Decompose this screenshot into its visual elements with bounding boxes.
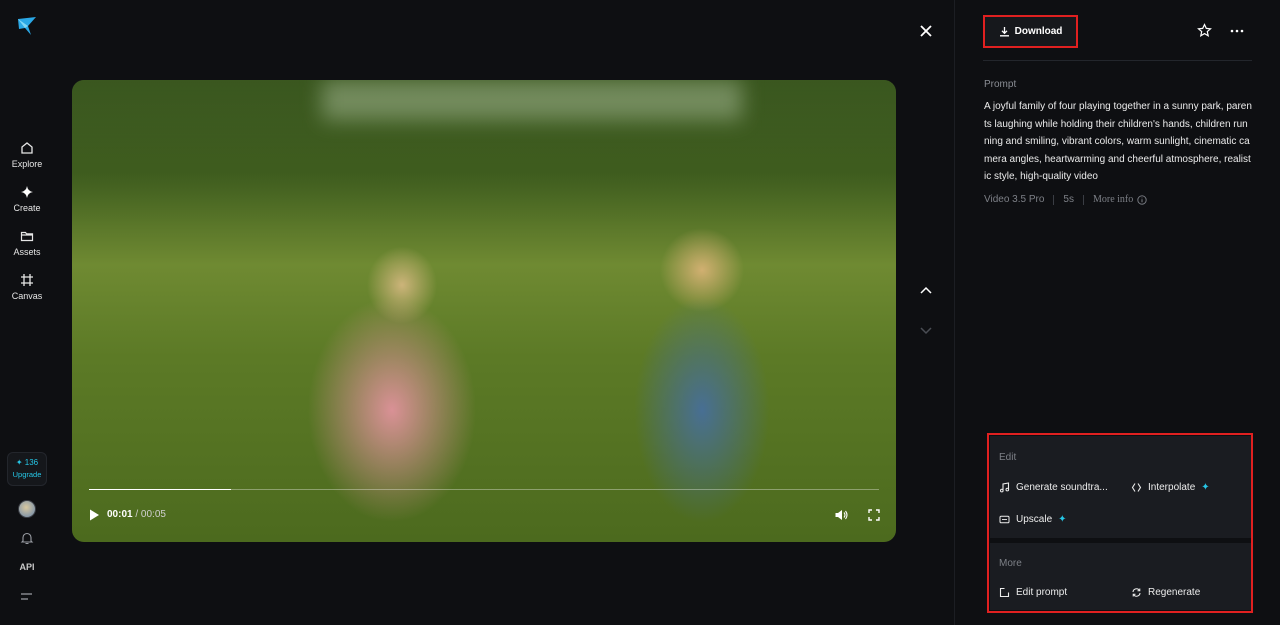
app-logo-icon[interactable] <box>17 16 37 36</box>
meta-separator <box>1053 194 1055 205</box>
header-divider <box>983 60 1252 61</box>
more-info-label: More info <box>1092 194 1134 205</box>
upscale-icon <box>999 515 1010 524</box>
canvas-icon <box>21 274 33 286</box>
sidebar-item-label: Assets <box>13 247 41 257</box>
chevron-down-icon[interactable] <box>918 324 934 338</box>
avatar[interactable] <box>18 500 36 518</box>
edit-prompt-icon <box>999 587 1010 598</box>
download-label: Download <box>1014 26 1063 37</box>
fullscreen-icon[interactable] <box>868 509 880 521</box>
duration: 5s <box>1063 194 1074 205</box>
prompt-text: A joyful family of four playing together… <box>984 101 1252 182</box>
info-icon <box>1137 194 1147 205</box>
more-info-link[interactable]: More info <box>1093 194 1147 205</box>
prompt-label: Prompt <box>984 79 1017 90</box>
generate-soundtrack-button[interactable]: Generate soundtra... <box>999 482 1108 493</box>
panel-divider <box>954 0 955 625</box>
more-section: More Edit prompt Regenerate <box>990 543 1251 610</box>
edit-prompt-label: Edit prompt <box>1016 587 1068 598</box>
sidebar-item-assets[interactable]: Assets <box>0 229 54 257</box>
sidebar-item-label: Create <box>13 203 41 213</box>
generate-soundtrack-label: Generate soundtra... <box>1016 482 1108 493</box>
edit-section-title: Edit <box>999 452 1017 463</box>
more-options-icon[interactable] <box>1230 29 1244 33</box>
api-link[interactable]: API <box>0 562 54 572</box>
upgrade-label: Upgrade <box>12 470 42 479</box>
meta-separator <box>1082 194 1084 205</box>
generation-meta: Video 3.5 Pro 5s More info <box>984 194 1147 205</box>
interpolate-label: Interpolate <box>1148 482 1196 493</box>
folder-icon <box>20 231 34 242</box>
video-progress-bar[interactable] <box>89 489 879 490</box>
chevron-up-icon[interactable] <box>918 283 934 297</box>
model-name: Video 3.5 Pro <box>984 194 1045 205</box>
regenerate-button[interactable]: Regenerate <box>1131 587 1200 598</box>
regenerate-label: Regenerate <box>1148 587 1201 598</box>
upscale-button[interactable]: Upscale ✦ <box>999 514 1067 525</box>
interpolate-button[interactable]: Interpolate ✦ <box>1131 482 1210 493</box>
more-section-title: More <box>999 558 1022 569</box>
sidebar-item-label: Explore <box>11 159 43 169</box>
close-icon[interactable] <box>918 23 934 39</box>
credits-count: ✦ 136 <box>15 458 39 467</box>
video-time: 00:01 / 00:05 <box>107 509 166 520</box>
credits-upgrade-button[interactable]: ✦ 136 Upgrade <box>7 452 47 486</box>
volume-icon[interactable] <box>834 508 849 522</box>
total-time: / 00:05 <box>135 509 166 520</box>
menu-icon[interactable] <box>20 591 34 603</box>
sparkle-icon: ✦ <box>1201 482 1210 493</box>
interpolate-icon <box>1131 483 1142 492</box>
download-button[interactable]: Download <box>983 15 1078 48</box>
sidebar-item-explore[interactable]: Explore <box>0 141 54 169</box>
video-player[interactable]: 00:01 / 00:05 <box>72 80 896 542</box>
play-icon[interactable] <box>88 508 100 522</box>
star-icon[interactable] <box>1197 23 1212 38</box>
video-frame-sky <box>322 80 742 120</box>
music-icon <box>1000 482 1010 493</box>
upscale-label: Upscale <box>1016 514 1053 525</box>
edit-section: Edit Generate soundtra... Interpolate ✦ … <box>990 436 1251 538</box>
video-progress-fill <box>89 489 232 490</box>
download-icon <box>999 27 1009 37</box>
bell-icon[interactable] <box>20 531 34 545</box>
regenerate-icon <box>1132 588 1141 597</box>
home-icon <box>21 142 33 154</box>
left-rail: Explore Create Assets Canvas ✦ 136 Upgra… <box>0 0 54 625</box>
current-time: 00:01 <box>107 509 133 520</box>
sidebar-item-canvas[interactable]: Canvas <box>0 273 54 301</box>
sidebar-item-label: Canvas <box>11 291 43 301</box>
sparkle-icon <box>21 186 33 198</box>
edit-prompt-button[interactable]: Edit prompt <box>999 587 1067 598</box>
sidebar-item-create[interactable]: Create <box>0 185 54 213</box>
actions-panel: Edit Generate soundtra... Interpolate ✦ … <box>987 433 1253 613</box>
sparkle-icon: ✦ <box>1058 514 1067 525</box>
